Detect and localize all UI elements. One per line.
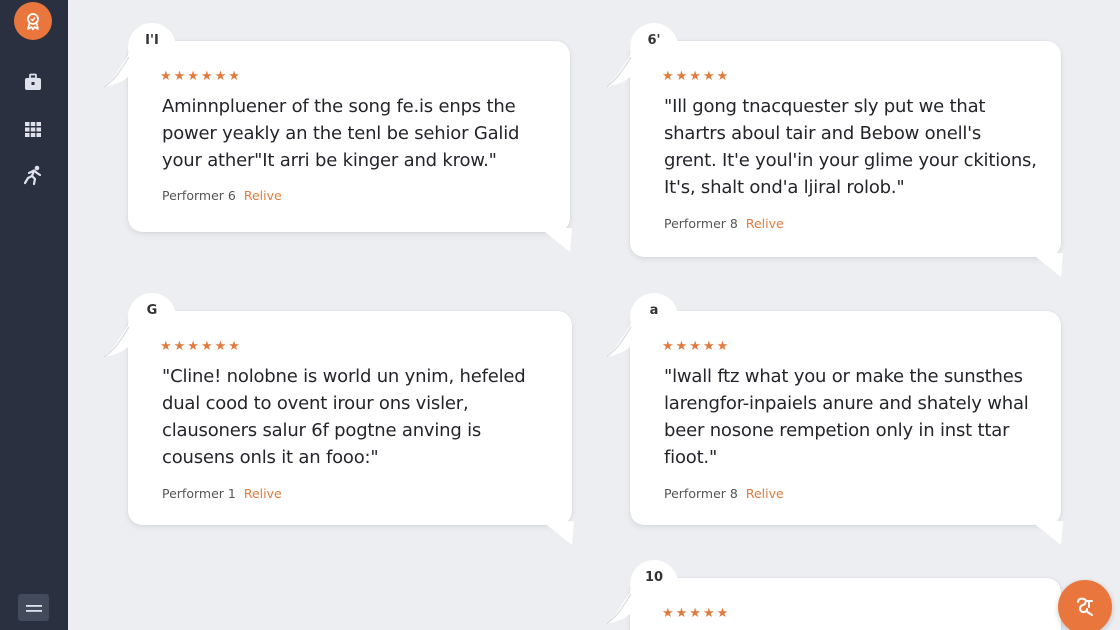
avatar: G [100, 291, 192, 371]
grid-icon[interactable] [21, 117, 45, 141]
star-rating: ★★★★★ [662, 606, 731, 621]
review-quote: "Ill gong tnacquester sly put we that sh… [664, 96, 1037, 198]
review-card: 6' ★★★★★ "Ill gong tnacquester sly put w… [604, 23, 1063, 277]
avatar-initial: I'I [145, 33, 159, 48]
sidebar [0, 0, 68, 630]
performer-label: Performer 8 [664, 216, 738, 231]
relive-link[interactable]: Relive [244, 188, 282, 203]
avatar-initial: G [146, 303, 158, 318]
review-quote: "Cline! nolobne is world un ynim, hefele… [162, 366, 526, 468]
review-meta: Performer 8 Relive [664, 216, 784, 231]
performer-label: Performer 6 [162, 188, 236, 203]
review-card: I'I ★★★★★★ Aminnpluener of the song fe.i… [102, 23, 572, 252]
chat-icon[interactable] [1058, 580, 1112, 630]
runner-icon[interactable] [21, 163, 45, 187]
speech-tail [542, 521, 574, 545]
award-icon[interactable] [14, 2, 52, 40]
review-meta: Performer 1 Relive [162, 486, 282, 501]
relive-link[interactable]: Relive [746, 486, 784, 501]
star-rating: ★★★★★★ [160, 339, 242, 354]
review-card: 10 ★★★★★ [604, 560, 1061, 630]
speech-tail [1031, 253, 1063, 277]
review-meta: Performer 8 Relive [664, 486, 784, 501]
avatar: 6' [602, 21, 694, 101]
star-rating: ★★★★★★ [160, 69, 242, 84]
avatar-initial: 6' [647, 33, 661, 48]
performer-label: Performer 1 [162, 486, 236, 501]
review-quote: "lwall ftz what you or make the sunsthes… [664, 366, 1029, 468]
card-surface [630, 578, 1061, 630]
speech-tail [540, 228, 572, 252]
review-card: G ★★★★★★ "Cline! nolobne is world un yni… [102, 293, 574, 545]
performer-label: Performer 8 [664, 486, 738, 501]
avatar: I'I [100, 21, 192, 101]
speech-tail [1031, 521, 1063, 545]
review-quote: Aminnpluener of the song fe.is enps the … [162, 96, 520, 171]
avatar-initial: a [649, 303, 659, 318]
relive-link[interactable]: Relive [244, 486, 282, 501]
relive-link[interactable]: Relive [746, 216, 784, 231]
menu-icon[interactable] [18, 594, 49, 621]
review-card: a ★★★★★ "lwall ftz what you or make the … [604, 293, 1063, 545]
review-meta: Performer 6 Relive [162, 188, 282, 203]
star-rating: ★★★★★ [662, 339, 731, 354]
star-rating: ★★★★★ [662, 69, 731, 84]
briefcase-icon[interactable] [21, 70, 45, 94]
avatar: a [602, 291, 694, 371]
avatar-initial: 10 [644, 570, 664, 585]
